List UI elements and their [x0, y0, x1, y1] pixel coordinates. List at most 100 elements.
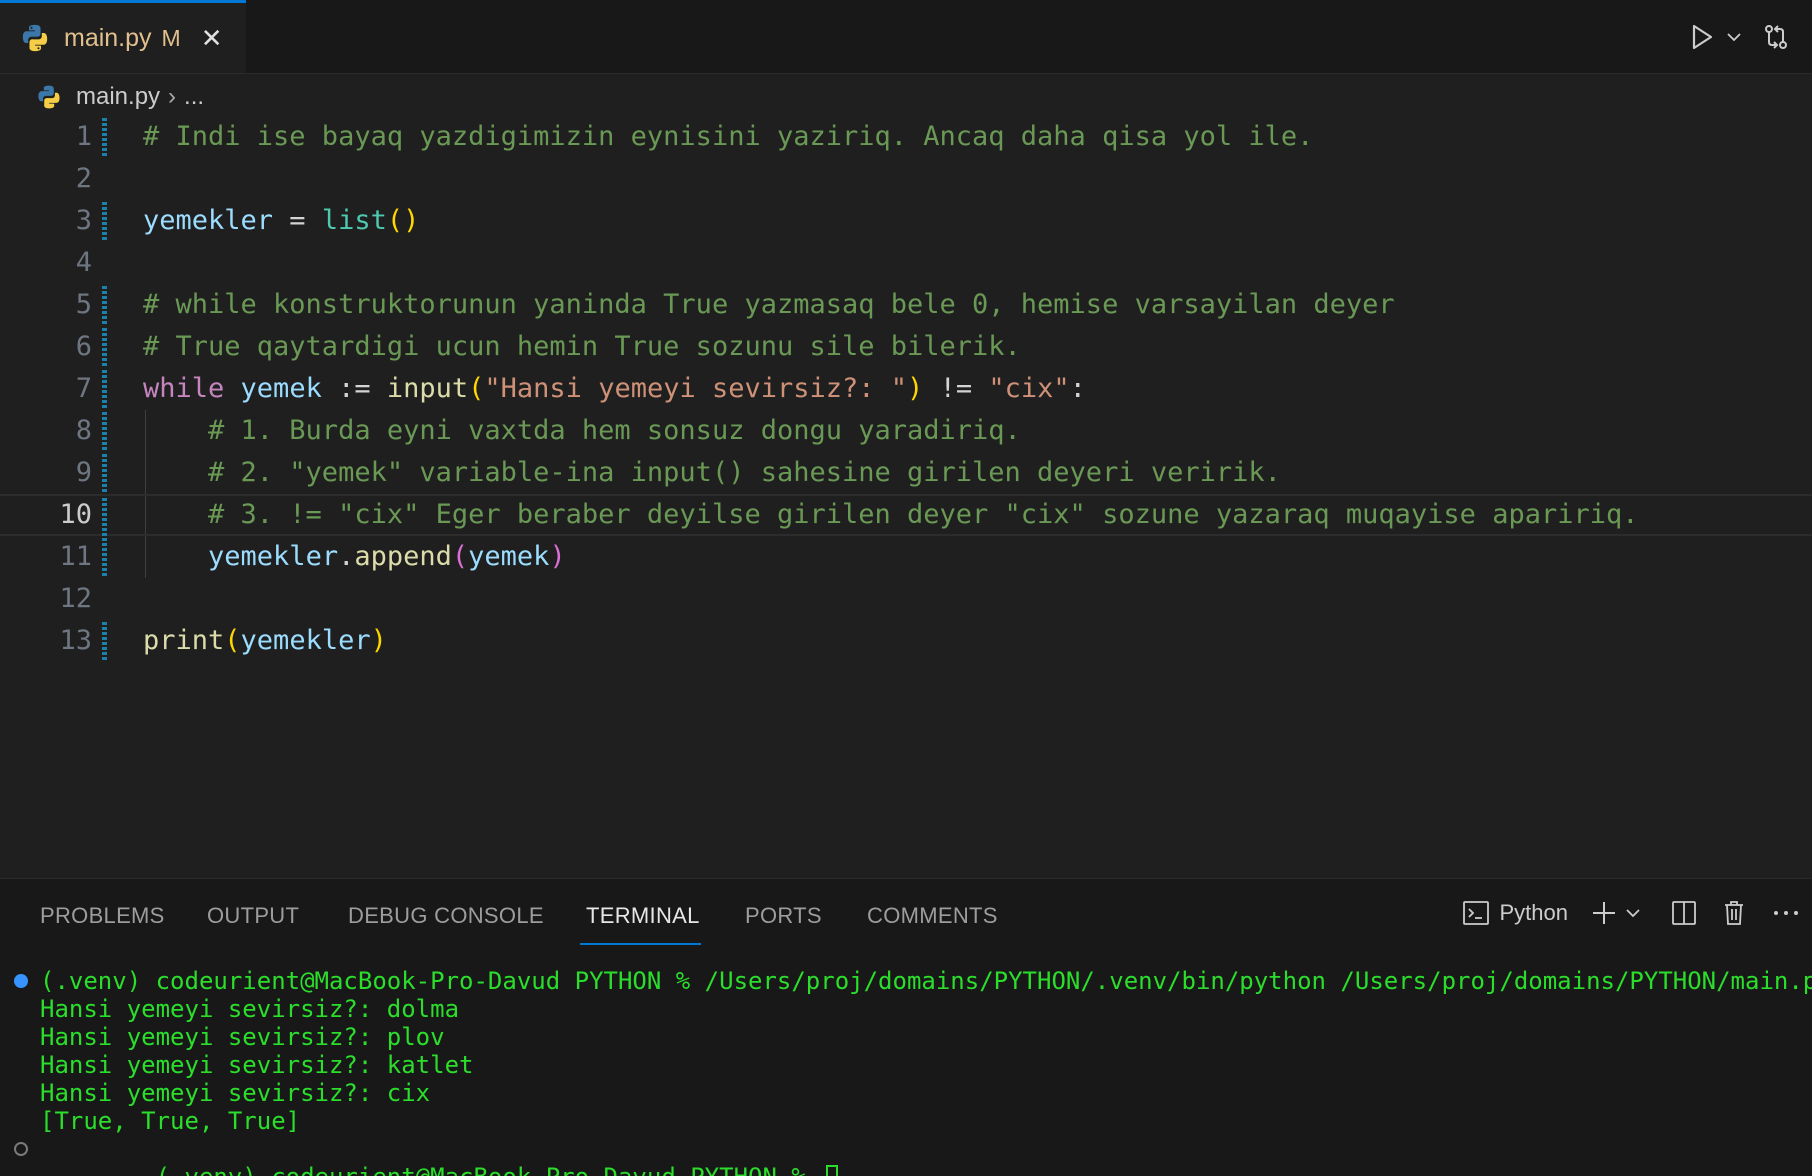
breadcrumb-separator: › [168, 83, 177, 110]
tab-output[interactable]: OUTPUT [207, 903, 299, 929]
split-icon [1672, 901, 1696, 925]
code-text: print(yemekler) [143, 620, 387, 662]
code-token: ) [370, 625, 387, 656]
compare-changes-icon [1765, 24, 1787, 49]
terminal-line: Hansi yemeyi sevirsiz?: cix [40, 1079, 431, 1107]
breadcrumb-symbols[interactable]: ... [184, 83, 204, 111]
open-changes-button[interactable] [1754, 17, 1798, 57]
code-line[interactable]: 2 [0, 158, 1812, 200]
line-number: 5 [75, 289, 92, 320]
line-number: 9 [75, 457, 92, 488]
tab-problems[interactable]: PROBLEMS [40, 903, 165, 929]
code-token: yemek [240, 373, 322, 404]
modified-line-indicator[interactable] [102, 286, 107, 324]
close-icon[interactable]: ✕ [201, 25, 223, 51]
terminal-line: Hansi yemeyi sevirsiz?: plov [40, 1023, 445, 1051]
terminal-instance-selector[interactable]: Python [1462, 893, 1568, 933]
run-options-dropdown[interactable] [1722, 17, 1746, 57]
breadcrumb-file[interactable]: main.py [76, 83, 160, 111]
tab-terminal[interactable]: TERMINAL [586, 903, 700, 929]
code-token: () [386, 205, 420, 236]
modified-line-indicator[interactable] [102, 328, 107, 366]
split-terminal-button[interactable] [1664, 893, 1704, 933]
line-number: 3 [75, 205, 92, 236]
new-terminal-button[interactable] [1586, 893, 1622, 933]
code-line[interactable]: 5 # while konstruktorunun yaninda True ya… [0, 284, 1812, 326]
vscode-window: main.py M ✕ main.py › ... 1 # Indi ise b… [0, 0, 1812, 1176]
tab-comments[interactable]: COMMENTS [867, 903, 998, 929]
terminal-prompt-line: (.venv) codeurient@MacBook-Pro-Davud PYT… [40, 1135, 839, 1176]
code-token: := [321, 373, 387, 404]
modified-line-indicator[interactable] [102, 118, 107, 156]
code-token: : [1069, 373, 1086, 404]
code-token: yemekler [240, 625, 371, 656]
code-line[interactable]: 10 # 3. != "cix" Eger beraber deyilse gi… [0, 494, 1812, 536]
code-token: # Indi ise bayaq yazdigimizin eynisini y… [143, 121, 1314, 152]
code-token: . [338, 541, 355, 572]
code-token: list [321, 205, 387, 236]
modified-line-indicator[interactable] [102, 202, 107, 240]
run-python-file-button[interactable] [1682, 17, 1722, 57]
line-number: 7 [75, 373, 92, 404]
modified-line-indicator[interactable] [102, 412, 107, 450]
line-number: 11 [59, 541, 92, 572]
tab-main-py[interactable]: main.py M ✕ [0, 0, 246, 73]
terminal-line: (.venv) codeurient@MacBook-Pro-Davud PYT… [40, 967, 1812, 995]
play-icon [1692, 24, 1713, 49]
line-number: 8 [75, 415, 92, 446]
code-line[interactable]: 1 # Indi ise bayaq yazdigimizin eynisini … [0, 116, 1812, 158]
code-text: # Indi ise bayaq yazdigimizin eynisini y… [143, 116, 1313, 158]
code-line[interactable]: 8 # 1. Burda eyni vaxtda hem sonsuz dong… [0, 410, 1812, 452]
tab-ports[interactable]: PORTS [745, 903, 822, 929]
code-line[interactable]: 9 # 2. "yemek" variable-ina input() sahe… [0, 452, 1812, 494]
modified-line-indicator[interactable] [102, 498, 107, 536]
launch-profile-dropdown[interactable] [1622, 893, 1644, 933]
chevron-down-icon [1727, 32, 1741, 41]
bottom-panel: PROBLEMS OUTPUT DEBUG CONSOLE TERMINAL P… [0, 878, 1812, 1176]
line-number: 6 [75, 331, 92, 362]
kill-terminal-button[interactable] [1714, 893, 1754, 933]
code-token: print [143, 625, 225, 656]
code-line[interactable]: 11 yemekler.append(yemek) [0, 536, 1812, 578]
code-token: yemekler [208, 541, 339, 572]
terminal-line: Hansi yemeyi sevirsiz?: dolma [40, 995, 460, 1023]
modified-line-indicator[interactable] [102, 622, 107, 660]
terminal-line: [True, True, True] [40, 1107, 301, 1135]
more-actions-button[interactable] [1766, 893, 1806, 933]
tab-debug-console[interactable]: DEBUG CONSOLE [348, 903, 544, 929]
code-line[interactable]: 13 print(yemekler) [0, 620, 1812, 662]
code-line[interactable]: 6 # True qaytardigi ucun hemin True sozun… [0, 326, 1812, 368]
code-token: append [354, 541, 452, 572]
code-text: # while konstruktorunun yaninda True yaz… [143, 284, 1395, 326]
modified-line-indicator[interactable] [102, 370, 107, 408]
command-pending-decoration[interactable] [14, 1142, 28, 1156]
code-editor[interactable]: 1 # Indi ise bayaq yazdigimizin eynisini … [0, 116, 1812, 876]
command-success-decoration[interactable] [14, 974, 28, 988]
editor-actions [1682, 0, 1812, 73]
python-icon [22, 24, 48, 52]
code-token: ) [549, 541, 566, 572]
line-number: 1 [75, 121, 92, 152]
line-number: 13 [59, 625, 92, 656]
code-line[interactable]: 7 while yemek := input("Hansi yemeyi sevi… [0, 368, 1812, 410]
tab-filename: main.py [64, 23, 152, 52]
code-token: ( [468, 373, 485, 404]
modified-line-indicator[interactable] [102, 454, 107, 492]
modified-indicator: M [161, 24, 181, 51]
code-token: != [923, 373, 989, 404]
modified-line-indicator[interactable] [102, 538, 107, 576]
code-token: ) [907, 373, 924, 404]
code-token: yemek [468, 541, 550, 572]
terminal-line: Hansi yemeyi sevirsiz?: katlet [40, 1051, 474, 1079]
code-text: # 2. "yemek" variable-ina input() sahesi… [143, 452, 1281, 494]
code-line[interactable]: 3 yemekler = list() [0, 200, 1812, 242]
terminal-actions: Python [1462, 893, 1812, 933]
code-token: "Hansi yemeyi sevirsiz?: " [484, 373, 908, 404]
code-token: yemekler [143, 205, 274, 236]
code-line[interactable]: 4 [0, 242, 1812, 284]
code-token: while [143, 373, 225, 404]
line-number: 10 [59, 499, 92, 530]
code-line[interactable]: 12 [0, 578, 1812, 620]
code-text: # True qaytardigi ucun hemin True sozunu… [143, 326, 1021, 368]
